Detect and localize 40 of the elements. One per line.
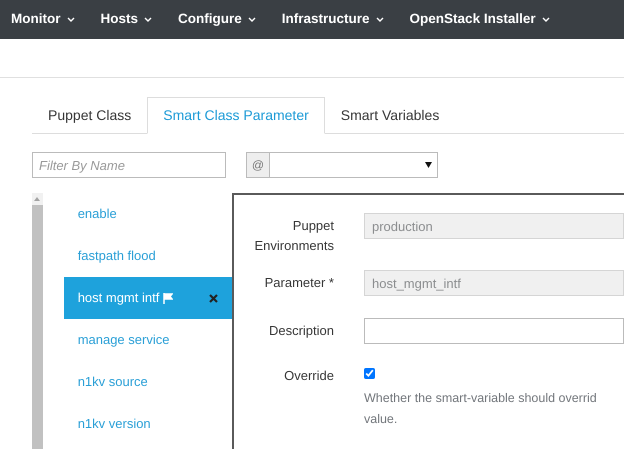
tab[interactable]: Puppet Class [32,97,148,134]
parameter-list-item[interactable]: n1kv source [64,361,232,403]
parameter-name: enable [78,205,117,224]
parameter-list-item[interactable]: n1kv version [64,403,232,445]
chevron-down-icon [376,17,384,22]
field-label: Override [283,367,334,385]
nav-menu-item[interactable]: Configure [178,9,256,30]
filter-field[interactable]: Filter By Name [32,152,226,178]
environment-select[interactable]: @ [246,152,438,178]
nav-menu-item[interactable]: Infrastructure [282,9,384,30]
chevron-down-icon [542,17,550,22]
tab[interactable]: Smart Class Parameter [147,97,325,134]
close-icon[interactable] [209,294,218,302]
tab[interactable]: Smart Variables [324,97,456,134]
help-text: Whether the smart-variable should overrid value. [364,390,598,428]
parameter-name: fastpath flood [78,247,156,266]
nav-menu-item[interactable]: OpenStack Installer [410,9,550,30]
chevron-down-icon [144,17,152,22]
scroll-up-arrow-icon[interactable] [34,197,40,201]
at-addon: @ [247,153,270,177]
dropdown-caret-icon [425,162,432,168]
chevron-down-icon [66,17,74,22]
parameter-name: n1kv version [78,415,151,434]
nav-menu-item[interactable]: Monitor [11,9,74,30]
parameter-list-item[interactable]: host mgmt intf [64,277,232,319]
text-field[interactable] [364,318,624,344]
nav-menu-item[interactable]: Hosts [100,9,152,30]
chevron-down-icon [248,17,256,22]
parameter-name: manage service [78,331,170,350]
flag-icon [163,292,174,304]
field-label: Parameter * [264,274,334,292]
parameter-name: host mgmt intf [78,289,160,308]
parameter-list-item[interactable]: manage service [64,319,232,361]
override-checkbox[interactable] [364,368,375,379]
field-label: Description [268,322,334,340]
parameter-list-item[interactable]: fastpath flood [64,235,232,277]
parameter-list-item[interactable]: enable [64,193,232,235]
field-label: Puppet Environments [254,217,334,255]
scrollbar[interactable] [32,193,43,449]
parameter-name: n1kv source [78,373,148,392]
